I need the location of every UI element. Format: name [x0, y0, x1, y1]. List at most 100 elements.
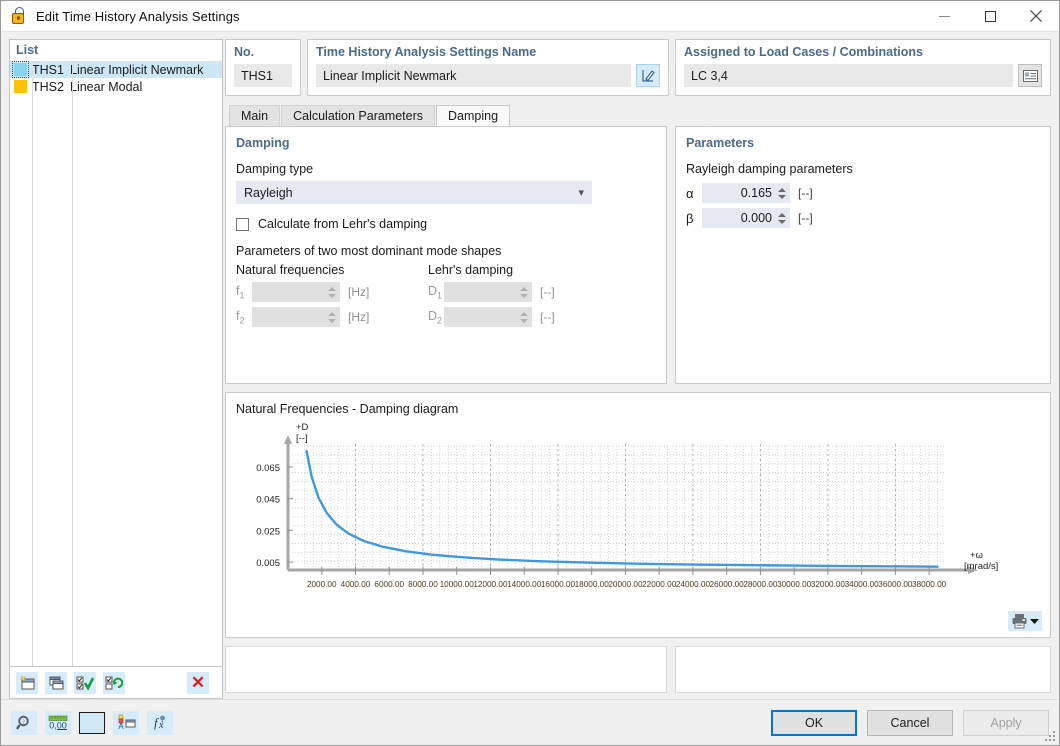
svg-text:10000.00: 10000.00	[440, 580, 475, 589]
resize-grip[interactable]	[1044, 730, 1056, 742]
f1-label: f1	[236, 283, 245, 301]
edit-pencil-icon[interactable]	[636, 64, 660, 87]
color-swatch-icon	[12, 61, 29, 78]
mode-shape-columns: Natural frequencies f1 [Hz] f2 [Hz] Lehr…	[236, 263, 656, 331]
svg-text:A: A	[118, 722, 124, 731]
color-swatch-icon	[14, 80, 27, 93]
beta-value: 0.000	[740, 211, 772, 225]
header-fields: No. THS1 Time History Analysis Settings …	[225, 39, 1051, 96]
svg-text:0.045: 0.045	[256, 495, 280, 506]
beta-row: β 0.000 [--]	[686, 207, 1040, 229]
cancel-button[interactable]: Cancel	[867, 709, 953, 736]
list-item-id: THS2	[32, 79, 64, 94]
zoom-search-icon[interactable]: ?	[11, 710, 37, 735]
damping-panel: Damping Damping type Rayleigh ▾ Calculat…	[225, 126, 667, 384]
svg-text:+ω: +ω	[970, 550, 984, 561]
f2-stepper[interactable]	[326, 311, 337, 323]
maximize-button[interactable]	[967, 1, 1013, 32]
beta-input[interactable]: 0.000	[702, 208, 790, 228]
red-x-icon[interactable]: ✕	[187, 671, 209, 694]
name-field-group: Time History Analysis Settings Name Line…	[307, 39, 669, 96]
assigned-label: Assigned to Load Cases / Combinations	[684, 45, 923, 59]
checklist-refresh-icon[interactable]	[103, 671, 125, 694]
svg-text:[mrad/s]: [mrad/s]	[964, 561, 998, 572]
list-toolbar: ✕	[9, 667, 223, 699]
beta-stepper[interactable]	[776, 212, 787, 224]
d1-input[interactable]	[444, 282, 532, 302]
no-input[interactable]: THS1	[234, 64, 292, 87]
alpha-unit: [--]	[798, 186, 813, 200]
checklist-check-icon[interactable]	[74, 671, 96, 694]
list-item[interactable]: THS2 Linear Modal	[10, 78, 222, 95]
tab-main[interactable]: Main	[229, 105, 281, 126]
rayleigh-group-label: Rayleigh damping parameters	[686, 162, 853, 176]
f1-input[interactable]	[252, 282, 340, 302]
d1-unit: [--]	[540, 285, 555, 299]
chart-stage: 0.005 0.025 0.045 0.065 2000.00 4000.00 6000.0…	[236, 418, 1040, 618]
calculate-from-lehr-label: Calculate from Lehr's damping	[258, 217, 428, 231]
svg-text:22000.00: 22000.00	[642, 580, 677, 589]
f1-unit: [Hz]	[348, 285, 370, 299]
svg-text:18000.00: 18000.00	[575, 580, 610, 589]
svg-text:4000.00: 4000.00	[341, 580, 371, 589]
list-item-label: Linear Implicit Newmark	[70, 62, 204, 77]
footer-bar: ? 0,00 A f x OK Cancel Apply	[1, 699, 1059, 745]
alpha-stepper[interactable]	[776, 187, 787, 199]
chart-panel: Natural Frequencies - Damping diagram 0.…	[225, 392, 1051, 638]
list-item-id: THS1	[32, 62, 64, 77]
d2-input[interactable]	[444, 307, 532, 327]
list-select-icon[interactable]	[1018, 64, 1042, 87]
damping-type-value: Rayleigh	[244, 185, 293, 200]
svg-text:14000.00: 14000.00	[507, 580, 542, 589]
d1-row: D1 [--]	[428, 281, 555, 303]
calculate-from-lehr-checkbox-row[interactable]: Calculate from Lehr's damping	[236, 217, 656, 231]
chevron-down-icon	[1030, 618, 1039, 624]
copy-window-icon[interactable]	[45, 671, 67, 694]
tab-strip: Main Calculation Parameters Damping	[225, 105, 1051, 126]
parameters-panel: Parameters Rayleigh damping parameters α…	[675, 126, 1051, 384]
dialog-window: Edit Time History Analysis Settings List…	[0, 0, 1060, 746]
ok-button[interactable]: OK	[771, 709, 857, 736]
calculate-from-lehr-checkbox[interactable]	[236, 217, 249, 231]
d2-stepper[interactable]	[518, 311, 529, 323]
svg-text:0.065: 0.065	[256, 463, 280, 474]
no-field-group: No. THS1	[225, 39, 301, 96]
f2-unit: [Hz]	[348, 310, 370, 324]
new-window-icon[interactable]	[16, 671, 38, 694]
print-button[interactable]	[1008, 611, 1042, 631]
d1-label: D1	[428, 283, 443, 301]
f1-stepper[interactable]	[326, 286, 337, 298]
annotation-icon[interactable]: A	[113, 710, 139, 735]
svg-text:30000.00: 30000.00	[777, 580, 812, 589]
svg-text:36000.00: 36000.00	[878, 580, 913, 589]
close-button[interactable]	[1013, 1, 1059, 32]
list-header: List	[16, 43, 39, 57]
svg-text:2000.00: 2000.00	[307, 580, 337, 589]
name-input[interactable]: Linear Implicit Newmark	[316, 64, 631, 87]
minimize-button[interactable]	[921, 1, 967, 32]
list-rows: THS1 Linear Implicit Newmark THS2 Linear…	[10, 61, 222, 666]
svg-text:0.025: 0.025	[256, 526, 280, 537]
f2-input[interactable]	[252, 307, 340, 327]
formula-icon[interactable]: f x	[147, 710, 173, 735]
apply-button[interactable]: Apply	[963, 709, 1049, 736]
d1-stepper[interactable]	[518, 286, 529, 298]
no-label: No.	[234, 45, 255, 59]
tab-calculation-parameters[interactable]: Calculation Parameters	[281, 105, 436, 126]
alpha-input[interactable]: 0.165	[702, 183, 790, 203]
svg-text:x: x	[158, 720, 164, 731]
settings-list: List THS1 Linear Implicit Newmark THS2 L…	[9, 39, 223, 667]
color-swatch-icon[interactable]	[79, 711, 105, 734]
decimals-icon[interactable]: 0,00	[45, 710, 71, 735]
printer-icon	[1012, 614, 1027, 629]
list-item[interactable]: THS1 Linear Implicit Newmark	[10, 61, 222, 78]
parameters-panel-title: Parameters	[686, 136, 755, 150]
tab-damping[interactable]: Damping	[436, 105, 511, 126]
damping-type-select[interactable]: Rayleigh ▾	[236, 181, 592, 204]
svg-text:20000.00: 20000.00	[608, 580, 643, 589]
assigned-input[interactable]: LC 3,4	[684, 64, 1013, 87]
beta-label: β	[686, 210, 694, 226]
d2-row: D2 [--]	[428, 306, 555, 328]
natural-frequencies-header: Natural frequencies	[236, 263, 345, 277]
alpha-value: 0.165	[740, 186, 772, 200]
